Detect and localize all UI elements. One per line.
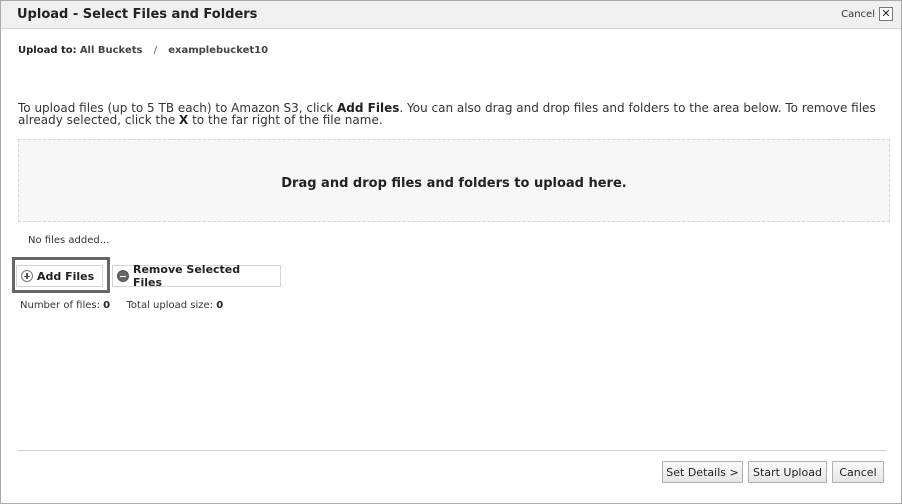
cancel-button[interactable]: Cancel: [832, 461, 884, 483]
drop-zone-text: Drag and drop files and folders to uploa…: [281, 176, 627, 191]
upload-size-label: Total upload size:: [126, 300, 214, 311]
add-files-label: Add Files: [37, 269, 95, 283]
drop-zone[interactable]: Drag and drop files and folders to uploa…: [18, 139, 890, 222]
upload-dialog: Upload - Select Files and Folders Cancel…: [0, 0, 902, 504]
add-files-button[interactable]: Add Files: [16, 265, 103, 287]
title-cancel-button[interactable]: Cancel ✕: [841, 7, 893, 21]
files-count-label: Number of files:: [20, 300, 100, 311]
remove-selected-files-button[interactable]: Remove Selected Files: [112, 263, 281, 289]
breadcrumb-all-buckets[interactable]: All Buckets: [80, 45, 143, 56]
remove-selected-label: Remove Selected Files: [133, 263, 241, 289]
files-count-value: 0: [103, 300, 111, 311]
instructions-part3: to the far right of the file name.: [188, 113, 383, 127]
title-bar: Upload - Select Files and Folders Cancel…: [1, 1, 901, 29]
breadcrumb-bucket[interactable]: examplebucket10: [168, 45, 268, 56]
start-upload-button[interactable]: Start Upload: [748, 461, 827, 483]
upload-instructions: To upload files (up to 5 TB each) to Ama…: [18, 102, 888, 126]
upload-size-value: 0: [216, 300, 224, 311]
upload-stats: Number of files: 0 Total upload size: 0: [20, 300, 223, 311]
breadcrumb-label: Upload to:: [18, 45, 77, 56]
dialog-title: Upload - Select Files and Folders: [17, 7, 258, 22]
minus-circle-icon: [117, 270, 129, 282]
title-cancel-label: Cancel: [841, 8, 875, 20]
plus-circle-icon: [21, 270, 33, 282]
instructions-x: X: [179, 113, 189, 127]
set-details-button[interactable]: Set Details >: [662, 461, 743, 483]
breadcrumb-separator: /: [153, 45, 158, 56]
file-list-empty: No files added...: [28, 235, 110, 246]
breadcrumb: Upload to: All Buckets / examplebucket10: [18, 45, 268, 56]
footer-divider: [18, 450, 886, 451]
close-icon[interactable]: ✕: [879, 7, 893, 21]
